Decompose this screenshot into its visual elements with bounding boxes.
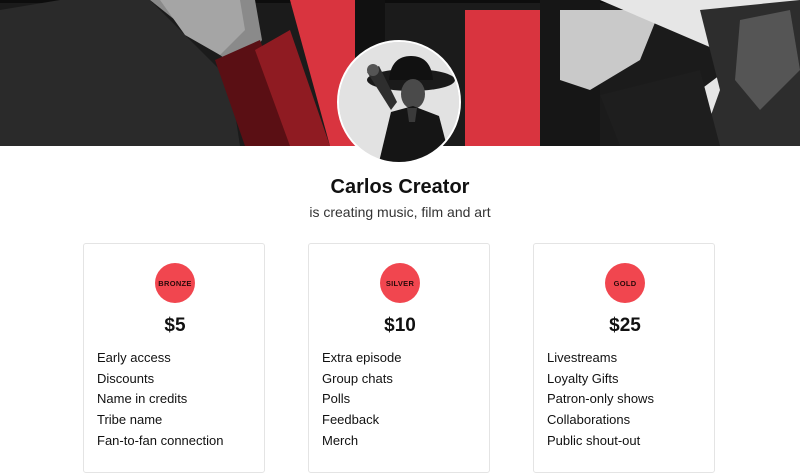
perk-item: Polls bbox=[322, 391, 351, 407]
perk-item: Discounts bbox=[97, 370, 155, 386]
tier-price: $25 bbox=[609, 315, 641, 336]
tier-badge: GOLD bbox=[605, 263, 645, 303]
perk-item: Fan-to-fan connection bbox=[97, 432, 224, 448]
creator-name: Carlos Creator bbox=[330, 176, 470, 198]
perk-list: Extra episode Group chats Polls Feedback… bbox=[322, 348, 402, 452]
perk-item: Loyalty Gifts bbox=[547, 370, 619, 386]
tier-card-silver[interactable]: SILVER $10 Extra episode Group chats Pol… bbox=[308, 243, 490, 473]
perk-item: Name in credits bbox=[97, 391, 188, 407]
tier-price: $10 bbox=[384, 315, 416, 336]
tier-badge: SILVER bbox=[380, 263, 420, 303]
tier-badge: BRONZE bbox=[155, 263, 195, 303]
perk-item: Patron-only shows bbox=[547, 391, 654, 407]
tier-price: $5 bbox=[164, 315, 186, 336]
perk-item: Extra episode bbox=[322, 350, 402, 365]
avatar bbox=[337, 40, 461, 164]
perk-item: Group chats bbox=[322, 370, 393, 386]
perk-list: Early access Discounts Name in credits T… bbox=[97, 348, 223, 452]
tier-card-bronze[interactable]: BRONZE $5 Early access Discounts Name in… bbox=[83, 243, 265, 473]
perk-item: Public shout-out bbox=[547, 432, 641, 448]
perk-item: Collaborations bbox=[547, 412, 631, 428]
tier-card-gold[interactable]: GOLD $25 Livestreams Loyalty Gifts Patro… bbox=[533, 243, 715, 473]
perk-item: Livestreams bbox=[547, 350, 618, 365]
perk-item: Merch bbox=[322, 432, 359, 448]
creator-tagline: is creating music, film and art bbox=[309, 204, 491, 220]
perk-item: Early access bbox=[97, 350, 171, 365]
perk-item: Tribe name bbox=[97, 412, 163, 428]
perk-list: Livestreams Loyalty Gifts Patron-only sh… bbox=[547, 348, 654, 452]
perk-item: Feedback bbox=[322, 412, 380, 428]
